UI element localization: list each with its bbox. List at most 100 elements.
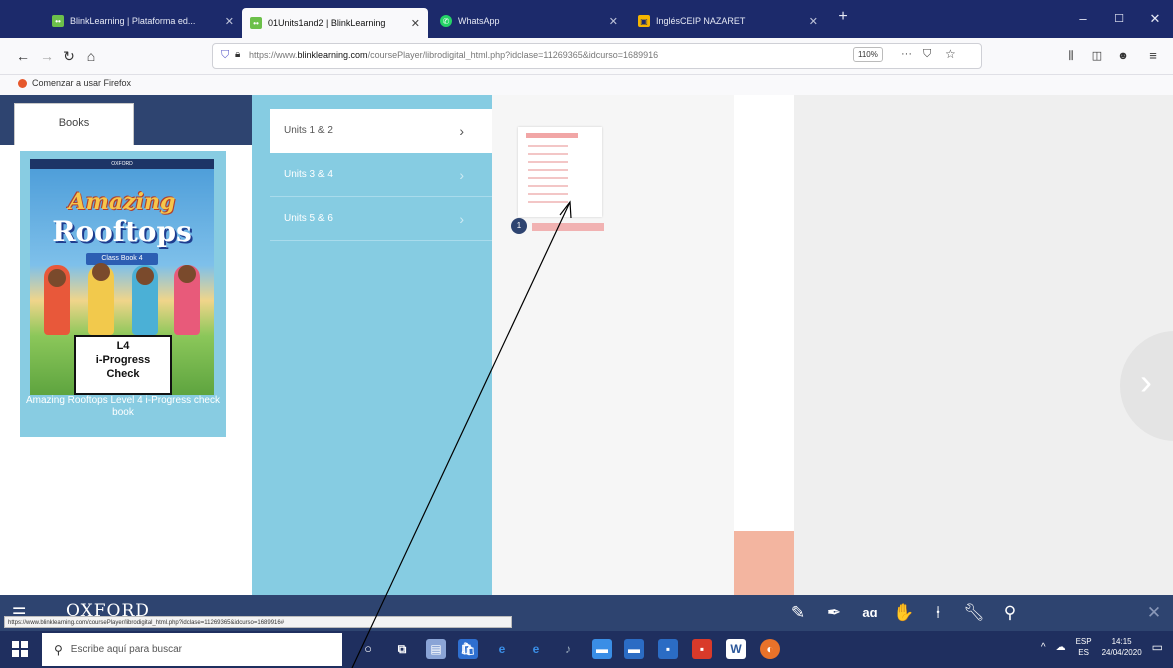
thumbnail-header <box>526 133 578 138</box>
cortana-icon[interactable]: ○ <box>358 639 378 659</box>
app-icon[interactable]: ♪ <box>558 639 578 659</box>
page-edge-decoration <box>734 531 794 595</box>
taskbar-search[interactable]: ⚲ Escribe aquí para buscar <box>42 633 342 666</box>
viewer-area: › <box>794 95 1173 595</box>
page-actions-icon[interactable]: ··· <box>901 48 912 60</box>
app-icon[interactable]: ▪ <box>692 639 712 659</box>
status-url: https://www.blinklearning.com/coursePlay… <box>4 616 512 628</box>
account-icon[interactable]: ☻ <box>1112 45 1134 67</box>
network-icon[interactable]: ☁ <box>1056 642 1066 653</box>
close-tab-icon[interactable]: ✕ <box>225 15 234 28</box>
book-cover[interactable]: OXFORD Amazing Rooftops Class Book 4 L4 … <box>30 159 214 395</box>
level-label-line: Check <box>106 368 140 380</box>
pencil-icon[interactable]: ✎ <box>784 601 812 625</box>
publisher-label: OXFORD <box>30 159 214 169</box>
clock-time: 14:15 <box>1111 637 1132 646</box>
new-tab-button[interactable]: + <box>828 6 858 28</box>
forward-icon[interactable]: → <box>36 45 58 67</box>
marker-icon[interactable]: ✒ <box>820 601 848 625</box>
tab-whatsapp[interactable]: ✆ WhatsApp ✕ <box>432 8 626 34</box>
text-tool-icon[interactable]: aɑ <box>856 601 884 625</box>
cover-illustration <box>92 263 110 281</box>
pin-icon[interactable]: ⍿ <box>924 601 952 625</box>
page-thumbnail[interactable] <box>518 127 602 217</box>
back-icon[interactable]: ← <box>12 45 34 67</box>
thumbnail-line <box>528 169 568 171</box>
close-tab-icon[interactable]: ✕ <box>411 17 420 30</box>
shield-icon[interactable]: ⛉ <box>221 49 229 62</box>
close-window-icon[interactable]: ✕ <box>1140 8 1170 30</box>
wrench-icon[interactable]: 🔧︎ <box>960 601 988 625</box>
cover-illustration <box>136 267 154 285</box>
firefox-icon[interactable]: ◐ <box>760 639 780 659</box>
tab-title: WhatsApp <box>458 16 500 26</box>
pocket-icon[interactable]: ⛉ <box>923 48 931 61</box>
internet-explorer-icon[interactable]: e <box>492 639 512 659</box>
book-card[interactable]: OXFORD Amazing Rooftops Class Book 4 L4 … <box>20 151 226 437</box>
close-tab-icon[interactable]: ✕ <box>609 15 618 28</box>
tab-blinklearning-platform[interactable]: •• BlinkLearning | Plataforma ed... ✕ <box>44 8 242 34</box>
chevron-right-icon[interactable]: › <box>1140 361 1152 403</box>
word-icon[interactable]: W <box>726 639 746 659</box>
maximize-icon[interactable]: ☐ <box>1104 8 1134 30</box>
thumbnail-line <box>528 193 568 195</box>
tab-units-1-and-2[interactable]: •• 01Units1and2 | BlinkLearning ✕ <box>242 8 428 38</box>
library-icon[interactable]: ⫼ <box>1060 45 1082 67</box>
app-icon[interactable]: ▬ <box>592 639 612 659</box>
unit-item-1-2[interactable]: Units 1 & 2 › <box>270 109 492 153</box>
tab-title: InglésCEIP NAZARET <box>656 16 746 26</box>
unit-label: Units 5 & 6 <box>284 213 333 224</box>
app-icon[interactable]: ▪ <box>658 639 678 659</box>
close-icon[interactable]: ✕ <box>1140 601 1168 625</box>
bookmark-item[interactable]: Comenzar a usar Firefox <box>18 78 131 88</box>
language-indicator[interactable]: ESP ES <box>1076 636 1092 658</box>
home-icon[interactable]: ⌂ <box>80 45 102 67</box>
page-thumbnails-area: 1 <box>492 95 734 595</box>
language-code: ESP <box>1075 637 1092 646</box>
app-icon[interactable]: ▬ <box>624 639 644 659</box>
menu-icon[interactable]: ≡ <box>1142 45 1164 67</box>
thumbnail-line <box>528 185 568 187</box>
search-icon[interactable]: ⚲ <box>996 601 1024 625</box>
search-placeholder: Escribe aquí para buscar <box>70 644 182 655</box>
url-text: https://www.blinklearning.com/coursePlay… <box>249 50 659 60</box>
cover-title-line1: Amazing <box>68 189 176 215</box>
app-icon[interactable]: ▤ <box>426 639 446 659</box>
unit-item-5-6[interactable]: Units 5 & 6 › <box>270 197 492 241</box>
tab-title: 01Units1and2 | BlinkLearning <box>268 18 386 28</box>
books-panel: Books OXFORD Amazing Rooftops Class Book… <box>0 95 252 595</box>
tab-ingles-ceip-nazaret[interactable]: ▣ InglésCEIP NAZARET ✕ <box>630 8 826 34</box>
hand-icon[interactable]: ✋ <box>890 601 918 625</box>
zoom-level[interactable]: 110% <box>853 47 883 62</box>
viewer-toolbar: ☰ OXFORD ✎ ✒ aɑ ✋ ⍿ 🔧︎ ⚲ ✕ https://www.b… <box>0 595 1173 631</box>
minimize-icon[interactable]: – <box>1068 8 1098 30</box>
lock-icon[interactable]: 🔒︎ <box>235 49 240 60</box>
cover-illustration <box>178 265 196 283</box>
unit-item-3-4[interactable]: Units 3 & 4 › <box>270 153 492 197</box>
search-icon: ⚲ <box>54 642 63 657</box>
page-edge <box>734 95 794 595</box>
address-bar[interactable]: ⛉ 🔒︎ https://www.blinklearning.com/cours… <box>212 43 982 69</box>
windows-taskbar: ⚲ Escribe aquí para buscar ○ ⧉ ▤ 🛍︎ e e … <box>0 631 1173 668</box>
store-icon[interactable]: 🛍︎ <box>458 639 478 659</box>
tab-books[interactable]: Books <box>14 103 134 145</box>
level-label-line: i-Progress <box>95 354 151 366</box>
blinklearning-favicon-icon: •• <box>250 17 262 29</box>
unit-label: Units 1 & 2 <box>284 125 333 136</box>
bookmark-star-icon[interactable]: ☆ <box>945 47 956 61</box>
sidebar-icon[interactable]: ◫ <box>1086 45 1108 67</box>
edge-icon[interactable]: e <box>526 639 546 659</box>
clock-date: 24/04/2020 <box>1101 648 1142 657</box>
page-number-badge: 1 <box>511 218 527 234</box>
close-tab-icon[interactable]: ✕ <box>809 15 818 28</box>
reload-icon[interactable]: ↻ <box>58 45 80 67</box>
windows-start-icon[interactable] <box>12 641 28 657</box>
notifications-icon[interactable]: ▭ <box>1152 640 1163 654</box>
thumbnail-line <box>528 161 568 163</box>
clock[interactable]: 14:15 24/04/2020 <box>1102 636 1142 658</box>
book-name: Amazing Rooftops Level 4 i-Progress chec… <box>26 395 220 418</box>
task-view-icon[interactable]: ⧉ <box>392 639 412 659</box>
chevron-up-icon[interactable]: ^ <box>1041 642 1046 653</box>
thumbnail-line <box>528 177 568 179</box>
thumbnail-line <box>528 145 568 147</box>
